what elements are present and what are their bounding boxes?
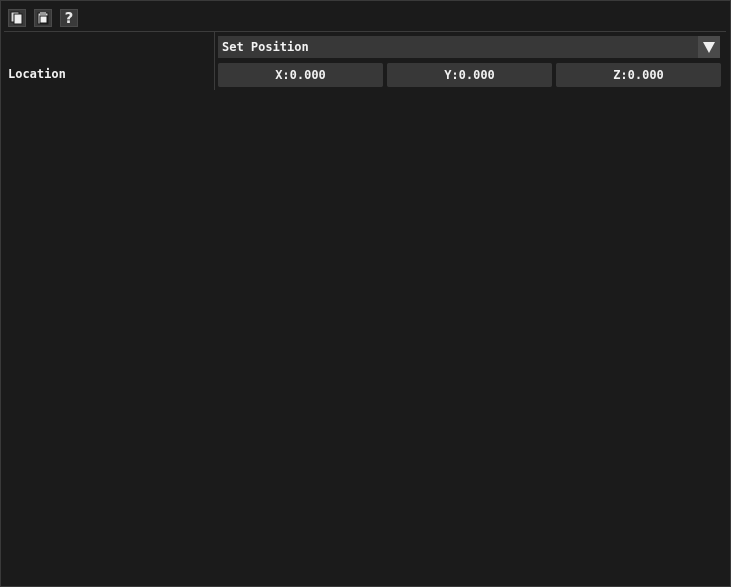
panel-frame: [0, 0, 731, 587]
toolbar: ?: [8, 9, 78, 27]
position-mode-dropdown[interactable]: Set Position: [218, 36, 720, 58]
help-button[interactable]: ?: [60, 9, 78, 27]
location-label: Location: [8, 67, 66, 81]
paste-button[interactable]: [34, 9, 52, 27]
header-divider: [4, 31, 726, 32]
paste-icon: [36, 11, 50, 25]
column-divider: [214, 32, 215, 90]
copy-button[interactable]: [8, 9, 26, 27]
coordinate-fields: X:0.000 Y:0.000 Z:0.000: [218, 63, 721, 87]
copy-icon: [10, 11, 24, 25]
y-coordinate-field[interactable]: Y:0.000: [387, 63, 552, 87]
dropdown-selected-value: Set Position: [222, 40, 309, 54]
z-coordinate-field[interactable]: Z:0.000: [556, 63, 721, 87]
help-icon: ?: [64, 8, 74, 27]
x-coordinate-field[interactable]: X:0.000: [218, 63, 383, 87]
dropdown-arrow-icon: [698, 36, 720, 58]
